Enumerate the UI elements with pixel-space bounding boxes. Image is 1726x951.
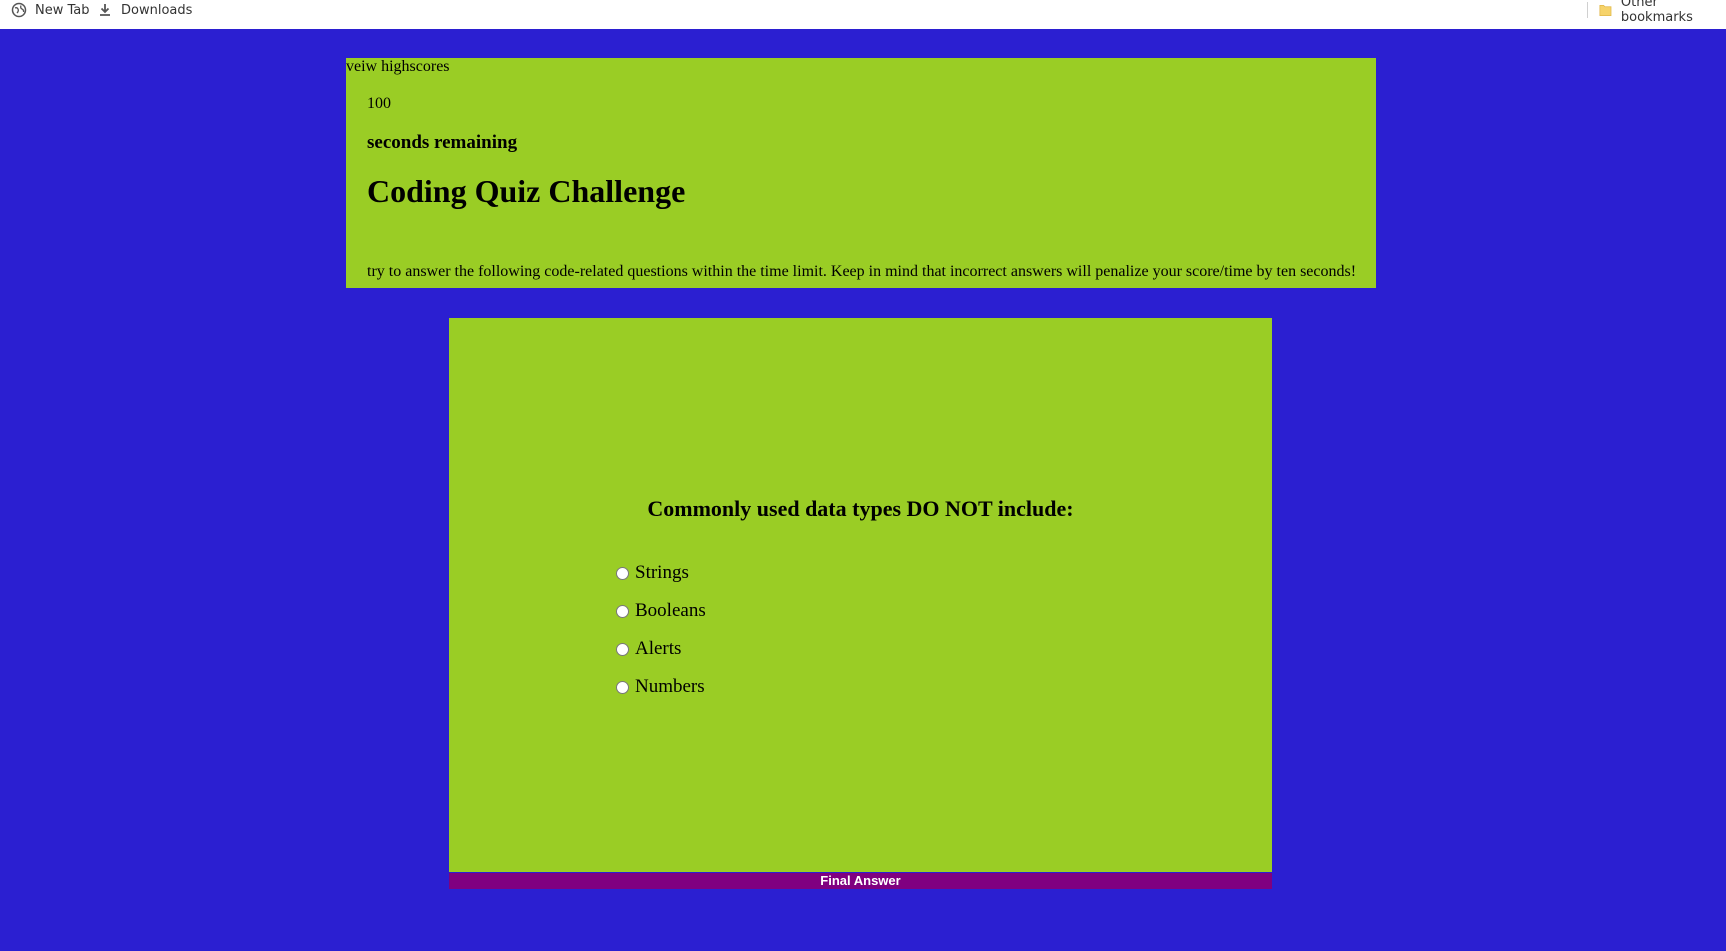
bookmark-new-tab[interactable]: New Tab: [11, 0, 90, 20]
bookmarks-bar: New Tab Downloads Other bookmarks: [0, 0, 1726, 29]
bookmark-downloads-label: Downloads: [121, 2, 193, 18]
view-highscores-link[interactable]: veiw highscores: [346, 58, 450, 76]
answer-options: Strings Booleans Alerts Numbers: [616, 554, 706, 706]
folder-icon: [1599, 4, 1612, 16]
answer-label: Strings: [635, 562, 689, 583]
timer-label: seconds remaining: [367, 132, 518, 153]
globe-icon: [11, 2, 27, 18]
download-icon: [100, 4, 110, 16]
answer-radio[interactable]: [616, 604, 629, 618]
answer-radio[interactable]: [616, 642, 629, 656]
final-answer-button[interactable]: Final Answer: [449, 873, 1272, 889]
answer-option[interactable]: Numbers: [616, 668, 706, 706]
bookmarks-separator: [1587, 2, 1588, 18]
answer-option[interactable]: Alerts: [616, 630, 706, 668]
answer-label: Alerts: [635, 638, 682, 659]
timer-value: 100: [367, 95, 391, 112]
answer-label: Numbers: [635, 676, 705, 697]
quiz-description: try to answer the following code-related…: [367, 263, 1357, 280]
question-card: Commonly used data types DO NOT include:…: [449, 318, 1272, 872]
bookmark-other-label: Other bookmarks: [1620, 0, 1693, 25]
answer-radio[interactable]: [616, 566, 629, 580]
answer-radio[interactable]: [616, 680, 629, 694]
bookmark-downloads[interactable]: Downloads: [97, 0, 192, 20]
answer-label: Booleans: [635, 600, 706, 621]
question-text: Commonly used data types DO NOT include:: [647, 496, 1074, 521]
answer-option[interactable]: Strings: [616, 554, 706, 592]
bookmark-new-tab-label: New Tab: [35, 2, 90, 18]
page-title: Coding Quiz Challenge: [367, 173, 686, 209]
bookmark-other[interactable]: Other bookmarks: [1598, 0, 1726, 25]
quiz-header: veiw highscores 100 seconds remaining Co…: [346, 58, 1376, 288]
answer-option[interactable]: Booleans: [616, 592, 706, 630]
